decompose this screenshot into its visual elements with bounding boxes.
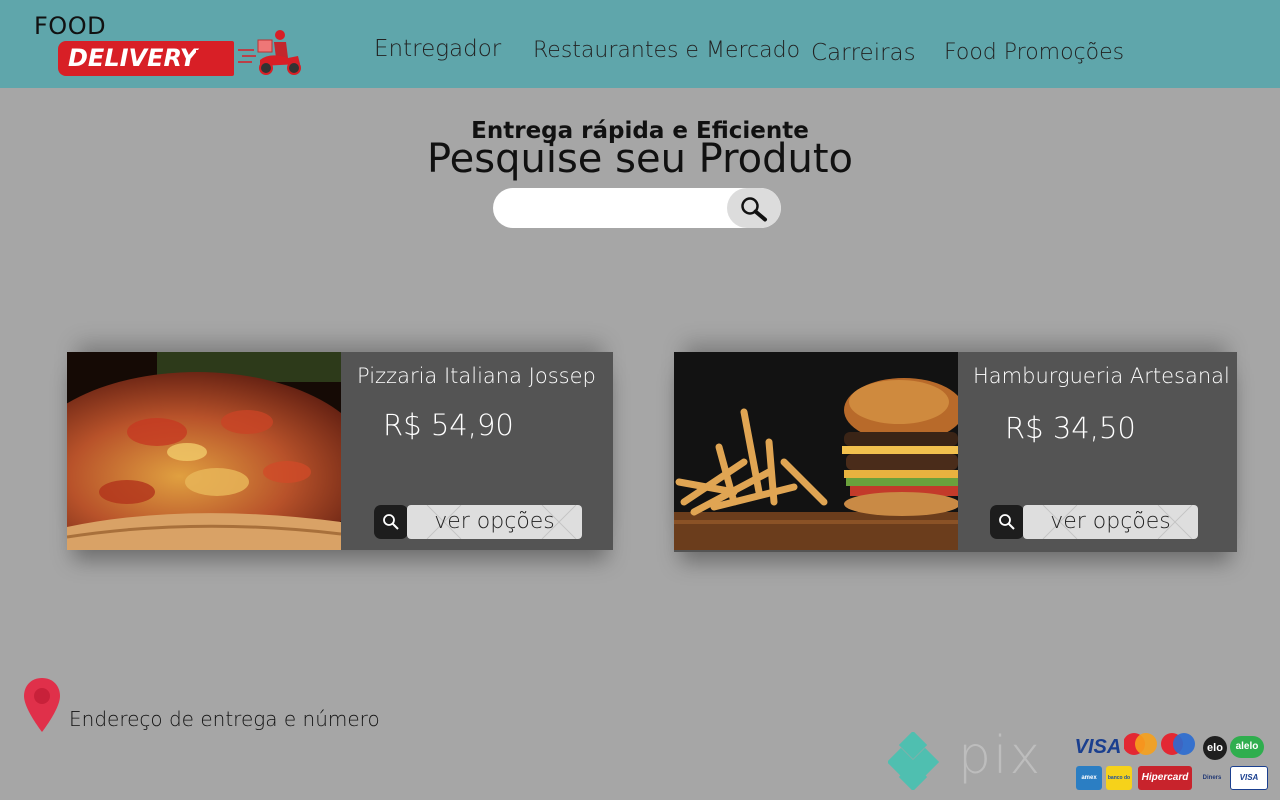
nav-carreiras[interactable]: Carreiras <box>811 40 916 66</box>
restaurant-name: Pizzaria Italiana Jossep <box>357 364 596 388</box>
nav-entregador[interactable]: Entregador <box>374 36 501 62</box>
view-options-button[interactable]: ver opções <box>1023 505 1198 539</box>
elo-logo: elo <box>1203 736 1227 760</box>
banco-do-brasil-logo: banco do brasil <box>1106 766 1132 790</box>
visa-electron-logo: VISA Electron <box>1230 766 1268 790</box>
options-search-icon[interactable] <box>990 505 1024 539</box>
restaurant-card-pizzaria[interactable]: Pizzaria Italiana Jossep R$ 54,90 ver op… <box>67 352 613 550</box>
pix-logo-text: pix <box>958 726 1043 786</box>
restaurant-name: Hamburgueria Artesanal <box>973 364 1230 388</box>
hero-title: Pesquise seu Produto <box>426 136 854 182</box>
restaurant-card-hamburgueria[interactable]: Hamburgueria Artesanal R$ 34,50 ver opçõ… <box>674 352 1237 552</box>
pizza-image <box>67 352 341 550</box>
payment-methods: VISA elo alelo amex banco do brasil Hipe… <box>1068 732 1272 794</box>
search-input[interactable] <box>493 188 727 228</box>
restaurant-price: R$ 34,50 <box>1005 411 1136 445</box>
burger-image <box>674 352 958 550</box>
view-options-label: ver opções <box>1050 509 1171 534</box>
delivery-scooter-icon <box>238 30 301 75</box>
alelo-logo: alelo <box>1230 736 1264 758</box>
options-search-icon[interactable] <box>374 505 408 539</box>
view-options-button[interactable]: ver opções <box>407 505 582 539</box>
visa-logo: VISA <box>1074 736 1122 758</box>
restaurant-price: R$ 54,90 <box>383 408 514 442</box>
delivery-address-label[interactable]: Endereço de entrega e número <box>69 707 380 731</box>
search-button[interactable] <box>727 188 781 228</box>
logo-food-text: FOOD <box>34 12 107 40</box>
nav-restaurantes-mercado[interactable]: Restaurantes e Mercado <box>533 38 800 63</box>
top-header: FOOD DELIVERY Entregador Restaurantes e … <box>0 0 1280 88</box>
mastercard-maestro-logos <box>1124 733 1195 755</box>
location-pin-icon[interactable] <box>22 676 62 734</box>
view-options-label: ver opções <box>434 509 555 534</box>
search-bar <box>493 188 781 228</box>
magnifier-icon <box>741 197 767 222</box>
amex-logo: amex <box>1076 766 1102 790</box>
pix-logo-icon <box>888 732 940 790</box>
hipercard-logo: Hipercard <box>1138 766 1192 790</box>
nav-food-promocoes[interactable]: Food Promoções <box>944 40 1124 65</box>
diners-club-logo: Diners Club <box>1202 775 1222 781</box>
